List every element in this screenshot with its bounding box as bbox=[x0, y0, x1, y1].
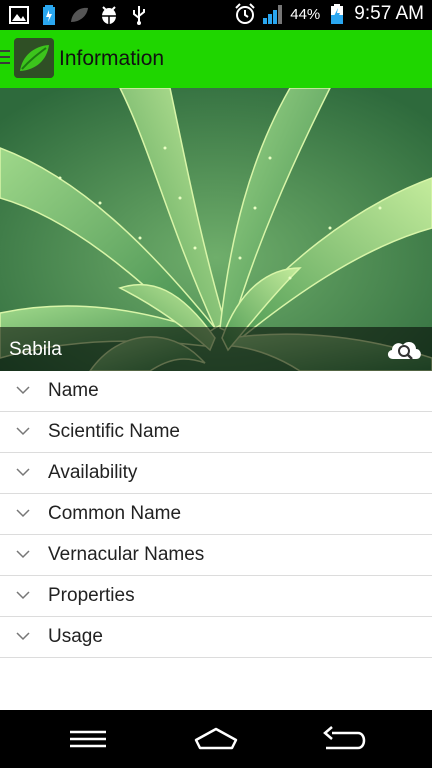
section-properties[interactable]: Properties bbox=[0, 576, 432, 617]
chevron-down-icon bbox=[16, 550, 30, 559]
section-label: Common Name bbox=[48, 503, 182, 524]
chevron-down-icon bbox=[16, 427, 30, 436]
usb-icon bbox=[133, 6, 145, 25]
section-name[interactable]: Name bbox=[0, 371, 432, 412]
section-scientific-name[interactable]: Scientific Name bbox=[0, 412, 432, 453]
back-icon[interactable] bbox=[320, 724, 368, 754]
section-availability[interactable]: Availability bbox=[0, 453, 432, 494]
info-section-list: Name Scientific Name Availability Common… bbox=[0, 371, 432, 658]
page-title: Information bbox=[59, 47, 165, 70]
section-label: Usage bbox=[48, 626, 103, 647]
menu-icon[interactable] bbox=[64, 724, 112, 754]
battery-percent: 44% bbox=[290, 5, 321, 23]
drawer-indicator-icon[interactable] bbox=[0, 50, 12, 68]
chevron-down-icon bbox=[16, 468, 30, 477]
home-icon[interactable] bbox=[192, 724, 240, 754]
status-bar: 44% 9:57 AM bbox=[0, 0, 432, 30]
action-bar: Information bbox=[0, 30, 432, 88]
chevron-down-icon bbox=[16, 591, 30, 600]
app-logo-icon[interactable] bbox=[14, 38, 54, 78]
section-label: Scientific Name bbox=[48, 421, 180, 442]
plant-image: Sabila bbox=[0, 88, 432, 371]
section-label: Name bbox=[48, 380, 99, 401]
section-usage[interactable]: Usage bbox=[0, 617, 432, 658]
section-label: Properties bbox=[48, 585, 135, 606]
signal-icon bbox=[263, 5, 283, 24]
section-vernacular-names[interactable]: Vernacular Names bbox=[0, 535, 432, 576]
chevron-down-icon bbox=[16, 632, 30, 641]
section-label: Vernacular Names bbox=[48, 544, 205, 565]
android-debug-icon bbox=[102, 6, 116, 24]
image-caption-bar: Sabila bbox=[0, 327, 432, 371]
alarm-icon bbox=[235, 3, 255, 24]
battery-saver-icon bbox=[43, 5, 55, 25]
gallery-icon bbox=[9, 6, 29, 24]
chevron-down-icon bbox=[16, 509, 30, 518]
section-label: Availability bbox=[48, 462, 138, 483]
section-common-name[interactable]: Common Name bbox=[0, 494, 432, 535]
system-nav-bar bbox=[0, 710, 432, 768]
cloud-search-icon[interactable] bbox=[384, 335, 424, 363]
plant-name: Sabila bbox=[9, 339, 62, 360]
battery-charging-icon bbox=[331, 4, 344, 24]
clock: 9:57 AM bbox=[354, 3, 424, 24]
chevron-down-icon bbox=[16, 386, 30, 395]
leaf-icon bbox=[71, 7, 88, 22]
